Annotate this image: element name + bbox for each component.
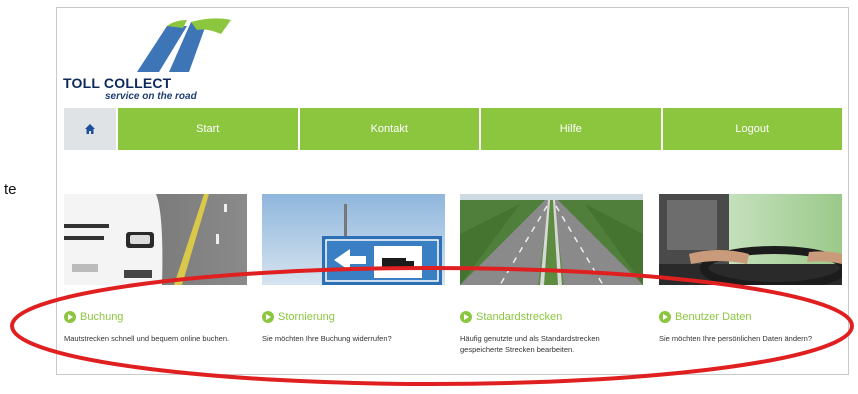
highway-image[interactable] — [460, 194, 643, 285]
card-benutzer-daten-link[interactable]: Benutzer Daten — [659, 311, 842, 323]
card-buchung-link[interactable]: Buchung — [64, 311, 247, 323]
card-description: Häufig genutzte und als Standardstrecken… — [460, 334, 600, 354]
road-sign-image[interactable] — [262, 194, 445, 285]
arrow-right-circle-icon — [64, 311, 76, 323]
home-icon — [85, 124, 95, 134]
card-description: Sie möchten Ihre Buchung widerrufen? — [262, 334, 392, 343]
nav-kontakt[interactable]: Kontakt — [299, 108, 481, 150]
cropped-side-text: te — [4, 181, 17, 198]
nav-hilfe[interactable]: Hilfe — [481, 108, 663, 150]
toll-collect-logo[interactable]: TOLL COLLECT service on the road — [63, 18, 263, 108]
nav-start[interactable]: Start — [118, 108, 300, 150]
card-stornierung[interactable]: Stornierung Sie möchten Ihre Buchung wid… — [262, 194, 445, 344]
nav-home-button[interactable] — [64, 108, 118, 150]
card-benutzer-daten[interactable]: Benutzer Daten Sie möchten Ihre persönli… — [659, 194, 842, 344]
browser-frame: TOLL COLLECT service on the road Start K… — [56, 7, 849, 375]
driver-cockpit-image[interactable] — [659, 194, 842, 285]
nav-logout[interactable]: Logout — [662, 108, 842, 150]
logo-title: TOLL COLLECT — [63, 75, 172, 91]
card-title: Standardstrecken — [476, 311, 563, 323]
card-description: Sie möchten Ihre persönlichen Daten ände… — [659, 334, 813, 343]
card-description: Mautstrecken schnell und bequem online b… — [64, 334, 230, 343]
logo-mark-icon — [137, 18, 231, 72]
arrow-right-circle-icon — [460, 311, 472, 323]
main-navigation: Start Kontakt Hilfe Logout — [64, 108, 842, 150]
card-stornierung-link[interactable]: Stornierung — [262, 311, 445, 323]
arrow-right-circle-icon — [659, 311, 671, 323]
arrow-right-circle-icon — [262, 311, 274, 323]
card-title: Buchung — [80, 311, 124, 323]
card-title: Stornierung — [278, 311, 335, 323]
logo-subtitle: service on the road — [105, 91, 197, 102]
truck-front-image[interactable] — [64, 194, 247, 285]
card-buchung[interactable]: Buchung Mautstrecken schnell und bequem … — [64, 194, 247, 344]
card-standardstrecken[interactable]: Standardstrecken Häufig genutzte und als… — [460, 194, 643, 355]
card-standardstrecken-link[interactable]: Standardstrecken — [460, 311, 643, 323]
card-title: Benutzer Daten — [675, 311, 752, 323]
